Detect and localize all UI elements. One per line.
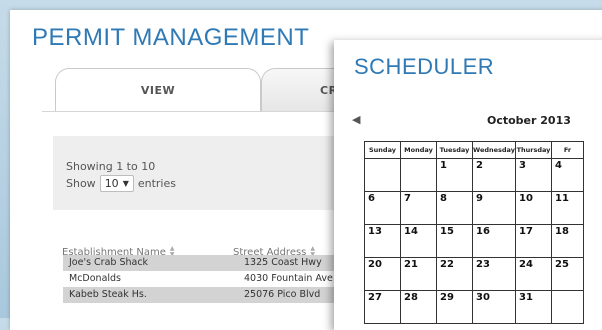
chevron-down-icon: ▼: [122, 179, 129, 188]
weekday-header: Tuesday: [436, 141, 473, 159]
cell-street-address: 4030 Fountain Ave: [244, 273, 333, 284]
calendar-day-cell[interactable]: [400, 158, 437, 192]
calendar-day-cell[interactable]: 25: [550, 257, 584, 291]
weekday-header: Thursday: [514, 141, 552, 159]
calendar-day-cell[interactable]: 21: [400, 257, 437, 291]
calendar-day-cell[interactable]: 24: [514, 257, 552, 291]
entries-select[interactable]: 10 ▼: [99, 175, 134, 192]
scheduler-title: SCHEDULER: [354, 54, 495, 79]
calendar-day-cell[interactable]: 23: [472, 257, 516, 291]
calendar-day-cell[interactable]: 28: [400, 290, 437, 324]
cell-street-address: 25076 Pico Blvd: [244, 289, 321, 300]
weekday-header: Fr: [550, 141, 584, 159]
calendar-day-cell[interactable]: 13: [364, 224, 401, 258]
calendar-day-cell[interactable]: 29: [436, 290, 473, 324]
calendar-day-cell[interactable]: 20: [364, 257, 401, 291]
calendar-day-cell[interactable]: [364, 158, 401, 192]
calendar-week: 13 14 15 16 17 18: [364, 224, 584, 258]
calendar-day-cell[interactable]: 18: [550, 224, 584, 258]
calendar-grid: Sunday Monday Tuesday Wednesday Thursday Fr 1…: [364, 141, 584, 324]
calendar-day-cell[interactable]: 15: [436, 224, 473, 258]
month-label: October 2013: [487, 114, 571, 127]
calendar-day-cell[interactable]: 3: [514, 158, 552, 192]
tab-view[interactable]: VIEW: [55, 68, 261, 112]
calendar-day-cell[interactable]: 17: [514, 224, 552, 258]
showing-info: Showing 1 to 10: [66, 160, 156, 173]
calendar-day-cell[interactable]: 22: [436, 257, 473, 291]
calendar-day-cell[interactable]: 14: [400, 224, 437, 258]
calendar-day-cell[interactable]: 2: [472, 158, 516, 192]
calendar-day-cell[interactable]: 30: [472, 290, 516, 324]
weekday-header: Sunday: [364, 141, 401, 159]
cell-establishment-name: McDonalds: [69, 273, 122, 284]
calendar-day-cell[interactable]: [550, 290, 584, 324]
cell-establishment-name: Joe's Crab Shack: [69, 257, 149, 268]
calendar-day-cell[interactable]: 6: [364, 191, 401, 225]
calendar-day-cell[interactable]: 16: [472, 224, 516, 258]
calendar-day-cell[interactable]: 10: [514, 191, 552, 225]
previous-month-icon[interactable]: ◀: [352, 113, 360, 126]
page-title: PERMIT MANAGEMENT: [32, 24, 310, 51]
calendar-day-cell[interactable]: 8: [436, 191, 473, 225]
weekday-header: Monday: [400, 141, 437, 159]
calendar-week: 1234: [364, 158, 584, 192]
calendar-day-cell[interactable]: 1: [436, 158, 473, 192]
entries-control: Show 10 ▼ entries: [66, 175, 176, 192]
entries-label: entries: [137, 177, 176, 190]
cell-street-address: 1325 Coast Hwy: [244, 257, 322, 268]
calendar-week: 27 28 29 30 31: [364, 290, 584, 324]
calendar-week: 20 21 22 23 24 25: [364, 257, 584, 291]
calendar-day-cell[interactable]: 4: [550, 158, 584, 192]
calendar-week: 6 7 8 9 10 11: [364, 191, 584, 225]
calendar-day-cell[interactable]: 31: [514, 290, 552, 324]
calendar-day-cell[interactable]: 7: [400, 191, 437, 225]
show-label: Show: [66, 177, 96, 190]
cell-establishment-name: Kabeb Steak Hs.: [69, 289, 147, 300]
calendar-day-cell[interactable]: 11: [550, 191, 584, 225]
calendar-day-cell[interactable]: 27: [364, 290, 401, 324]
calendar-day-cell[interactable]: 9: [472, 191, 516, 225]
scheduler-window: SCHEDULER ◀ October 2013 Sunday Monday Tue…: [334, 40, 602, 330]
weekday-header: Wednesday: [472, 141, 516, 159]
entries-select-value: 10: [104, 177, 119, 190]
